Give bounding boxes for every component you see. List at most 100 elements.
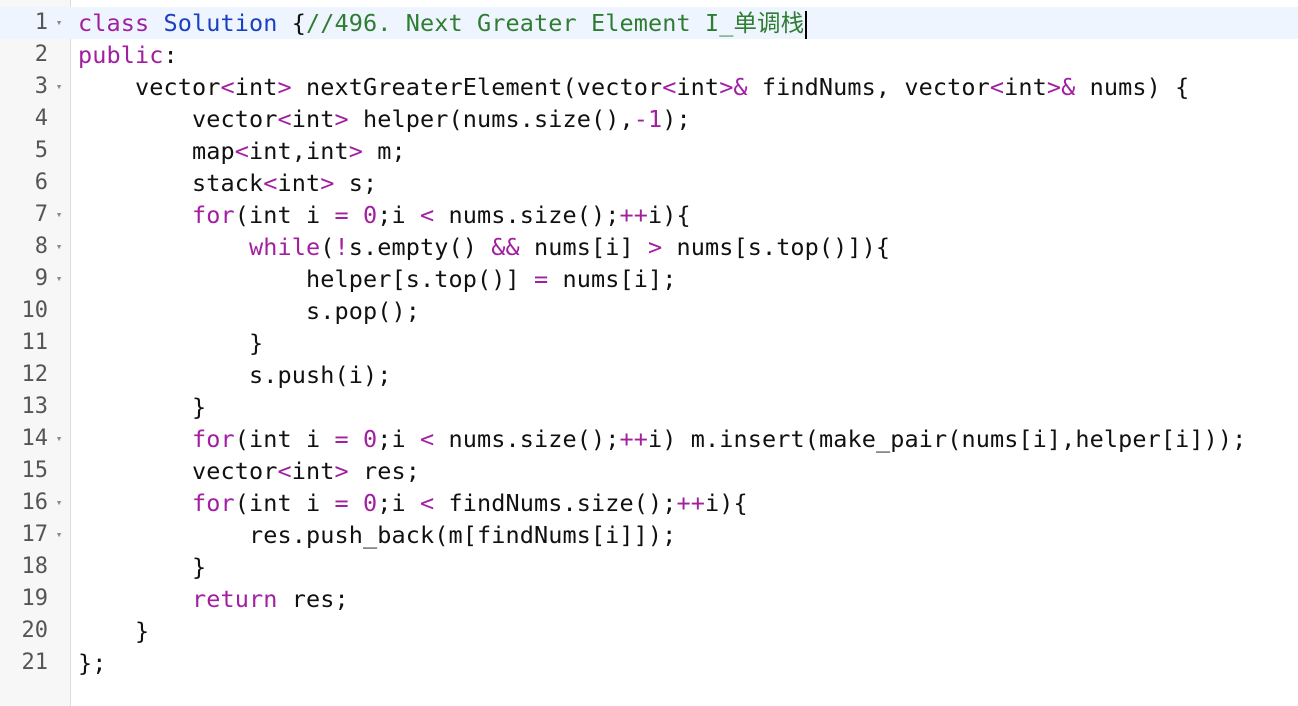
code-text[interactable]: s.pop(); bbox=[78, 295, 420, 327]
code-text[interactable]: res.push_back(m[findNums[i]]); bbox=[78, 519, 676, 551]
code-token: 0 bbox=[363, 201, 378, 229]
code-text[interactable]: vector<int> res; bbox=[78, 455, 420, 487]
fold-arrow-icon[interactable]: ▾ bbox=[52, 487, 66, 519]
code-token: < bbox=[420, 425, 435, 453]
code-token: ;i bbox=[377, 201, 420, 229]
code-token: } bbox=[78, 329, 264, 357]
code-token: 0 bbox=[363, 425, 378, 453]
code-text[interactable]: vector<int> nextGreaterElement(vector<in… bbox=[78, 71, 1189, 103]
code-text[interactable]: } bbox=[78, 615, 149, 647]
code-line[interactable]: 10 s.pop(); bbox=[0, 295, 1298, 327]
code-token: } bbox=[78, 553, 207, 581]
code-token: > bbox=[334, 457, 349, 485]
code-line[interactable]: 21}; bbox=[0, 647, 1298, 679]
code-line[interactable]: 17 ▾ res.push_back(m[findNums[i]]); bbox=[0, 519, 1298, 551]
code-token: nums) { bbox=[1075, 73, 1190, 101]
code-token: < bbox=[277, 105, 292, 133]
code-token: ;i bbox=[377, 425, 420, 453]
line-number: 17 bbox=[21, 522, 49, 547]
code-line[interactable]: 18 } bbox=[0, 551, 1298, 583]
code-text[interactable]: } bbox=[78, 391, 206, 423]
code-line[interactable]: 2 public: bbox=[0, 39, 1298, 71]
code-line[interactable]: 8 ▾ while(!s.empty() && nums[i] > nums[s.… bbox=[0, 231, 1298, 263]
line-number: 2 bbox=[34, 42, 48, 67]
code-line[interactable]: 15 vector<int> res; bbox=[0, 455, 1298, 487]
fold-arrow-icon[interactable]: ▾ bbox=[52, 263, 66, 295]
fold-arrow-icon[interactable]: ▾ bbox=[52, 71, 66, 103]
code-token: s.empty() bbox=[348, 233, 492, 261]
code-line[interactable]: 19 return res; bbox=[0, 583, 1298, 615]
code-line[interactable]: 9 ▾ helper[s.top()] = nums[i]; bbox=[0, 263, 1298, 295]
line-number: 11 bbox=[21, 330, 49, 355]
code-token: map bbox=[78, 137, 235, 165]
code-line[interactable]: 20 } bbox=[0, 615, 1298, 647]
code-token: < bbox=[277, 457, 292, 485]
code-text[interactable]: class Solution {//496. Next Greater Elem… bbox=[78, 7, 808, 39]
code-text[interactable]: }; bbox=[78, 647, 107, 679]
code-editor[interactable]: 1 ▾ class Solution {//496. Next Greater El… bbox=[0, 0, 1298, 706]
code-line[interactable]: 3 ▾ vector<int> nextGreaterElement(vector… bbox=[0, 71, 1298, 103]
code-token: ++ bbox=[619, 425, 648, 453]
code-token: < bbox=[234, 137, 249, 165]
code-token: = bbox=[334, 425, 349, 453]
code-line[interactable]: 14 ▾ for(int i = 0;i < nums.size();++i) m… bbox=[0, 423, 1298, 455]
fold-arrow-icon[interactable]: ▾ bbox=[52, 199, 66, 231]
code-token: 0 bbox=[363, 489, 378, 517]
code-line[interactable]: 11 } bbox=[0, 327, 1298, 359]
code-text[interactable]: helper[s.top()] = nums[i]; bbox=[78, 263, 676, 295]
code-token: vector bbox=[78, 457, 278, 485]
code-token: nums[s.top()]){ bbox=[662, 233, 891, 261]
code-line[interactable]: 6 stack<int> s; bbox=[0, 167, 1298, 199]
code-text[interactable]: map<int,int> m; bbox=[78, 135, 406, 167]
fold-arrow-icon[interactable]: ▾ bbox=[52, 7, 66, 39]
code-token: > bbox=[320, 169, 335, 197]
code-token: Solution bbox=[163, 9, 278, 37]
code-text[interactable]: public: bbox=[78, 39, 178, 71]
code-token: m; bbox=[362, 137, 406, 165]
code-token: ++ bbox=[619, 201, 648, 229]
line-number: 12 bbox=[21, 362, 49, 387]
code-token: = bbox=[334, 489, 349, 517]
code-token: res; bbox=[277, 585, 349, 613]
code-line[interactable]: 16 ▾ for(int i = 0;i < findNums.size();++… bbox=[0, 487, 1298, 519]
code-lines[interactable]: 1 ▾ class Solution {//496. Next Greater El… bbox=[0, 7, 1298, 679]
code-text[interactable]: } bbox=[78, 551, 206, 583]
line-number: 20 bbox=[21, 618, 49, 643]
code-token: //496. Next Greater Element I_单调栈 bbox=[306, 9, 805, 37]
code-token: ( bbox=[320, 233, 335, 261]
code-token: s.push(i); bbox=[78, 361, 392, 389]
code-text[interactable]: s.push(i); bbox=[78, 359, 391, 391]
fold-arrow-icon[interactable]: ▾ bbox=[52, 519, 66, 551]
code-line[interactable]: 4 vector<int> helper(nums.size(),-1); bbox=[0, 103, 1298, 135]
code-line[interactable]: 1 ▾ class Solution {//496. Next Greater El… bbox=[0, 7, 1298, 39]
code-text[interactable]: while(!s.empty() && nums[i] > nums[s.top… bbox=[78, 231, 890, 263]
code-token: { bbox=[277, 9, 306, 37]
code-token: i) m.insert(make_pair(nums[i],helper[i])… bbox=[647, 425, 1247, 453]
code-token: int bbox=[676, 73, 720, 101]
code-text[interactable]: for(int i = 0;i < nums.size();++i) m.ins… bbox=[78, 423, 1246, 455]
code-token: ! bbox=[334, 233, 349, 261]
code-text[interactable]: return res; bbox=[78, 583, 349, 615]
code-token: findNums, vector bbox=[747, 73, 990, 101]
code-token: for bbox=[192, 425, 235, 453]
line-number: 8 bbox=[34, 234, 48, 259]
code-line[interactable]: 13 } bbox=[0, 391, 1298, 423]
code-token: vector bbox=[78, 73, 221, 101]
fold-arrow-icon[interactable]: ▾ bbox=[52, 423, 66, 455]
code-token: for bbox=[192, 489, 235, 517]
code-line[interactable]: 5 map<int,int> m; bbox=[0, 135, 1298, 167]
fold-arrow-icon[interactable]: ▾ bbox=[52, 231, 66, 263]
code-text[interactable]: vector<int> helper(nums.size(),-1); bbox=[78, 103, 691, 135]
code-line[interactable]: 7 ▾ for(int i = 0;i < nums.size();++i){ bbox=[0, 199, 1298, 231]
code-text[interactable]: for(int i = 0;i < nums.size();++i){ bbox=[78, 199, 691, 231]
code-line[interactable]: 12 s.push(i); bbox=[0, 359, 1298, 391]
code-text[interactable]: } bbox=[78, 327, 263, 359]
code-token: && bbox=[491, 233, 520, 261]
code-token: return bbox=[192, 585, 278, 613]
code-text[interactable]: stack<int> s; bbox=[78, 167, 377, 199]
code-text[interactable]: for(int i = 0;i < findNums.size();++i){ bbox=[78, 487, 748, 519]
